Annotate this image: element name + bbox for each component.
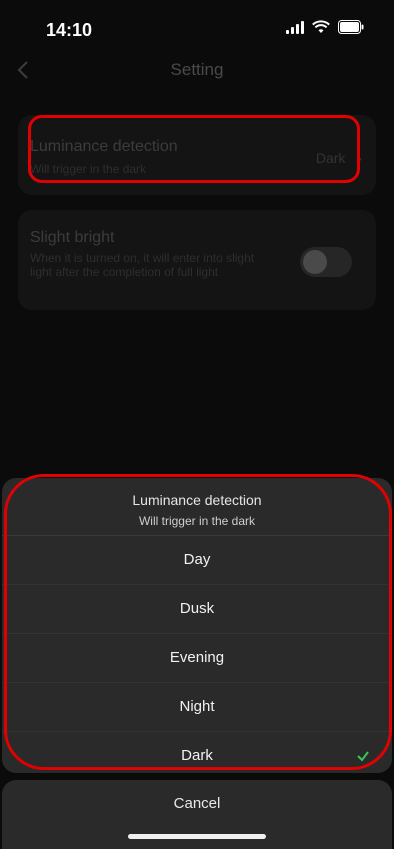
navigation-bar: Setting — [0, 48, 394, 92]
home-indicator — [128, 834, 266, 839]
page-title: Setting — [170, 60, 224, 79]
status-time: 14:10 — [46, 20, 93, 40]
wifi-icon — [312, 20, 330, 34]
slight-bright-toggle[interactable] — [300, 247, 352, 277]
status-bar: 14:10 — [0, 0, 394, 48]
toggle-knob — [303, 250, 327, 274]
slight-bright-title: Slight bright — [30, 229, 115, 246]
battery-icon — [338, 20, 364, 34]
cellular-signal-icon — [286, 20, 304, 34]
slight-bright-description: When it is turned on, it will enter into… — [30, 251, 255, 279]
status-icons — [286, 20, 364, 34]
cancel-label: Cancel — [173, 795, 221, 812]
highlight-annotation-luminance — [28, 115, 360, 183]
highlight-annotation-sheet — [4, 474, 392, 770]
